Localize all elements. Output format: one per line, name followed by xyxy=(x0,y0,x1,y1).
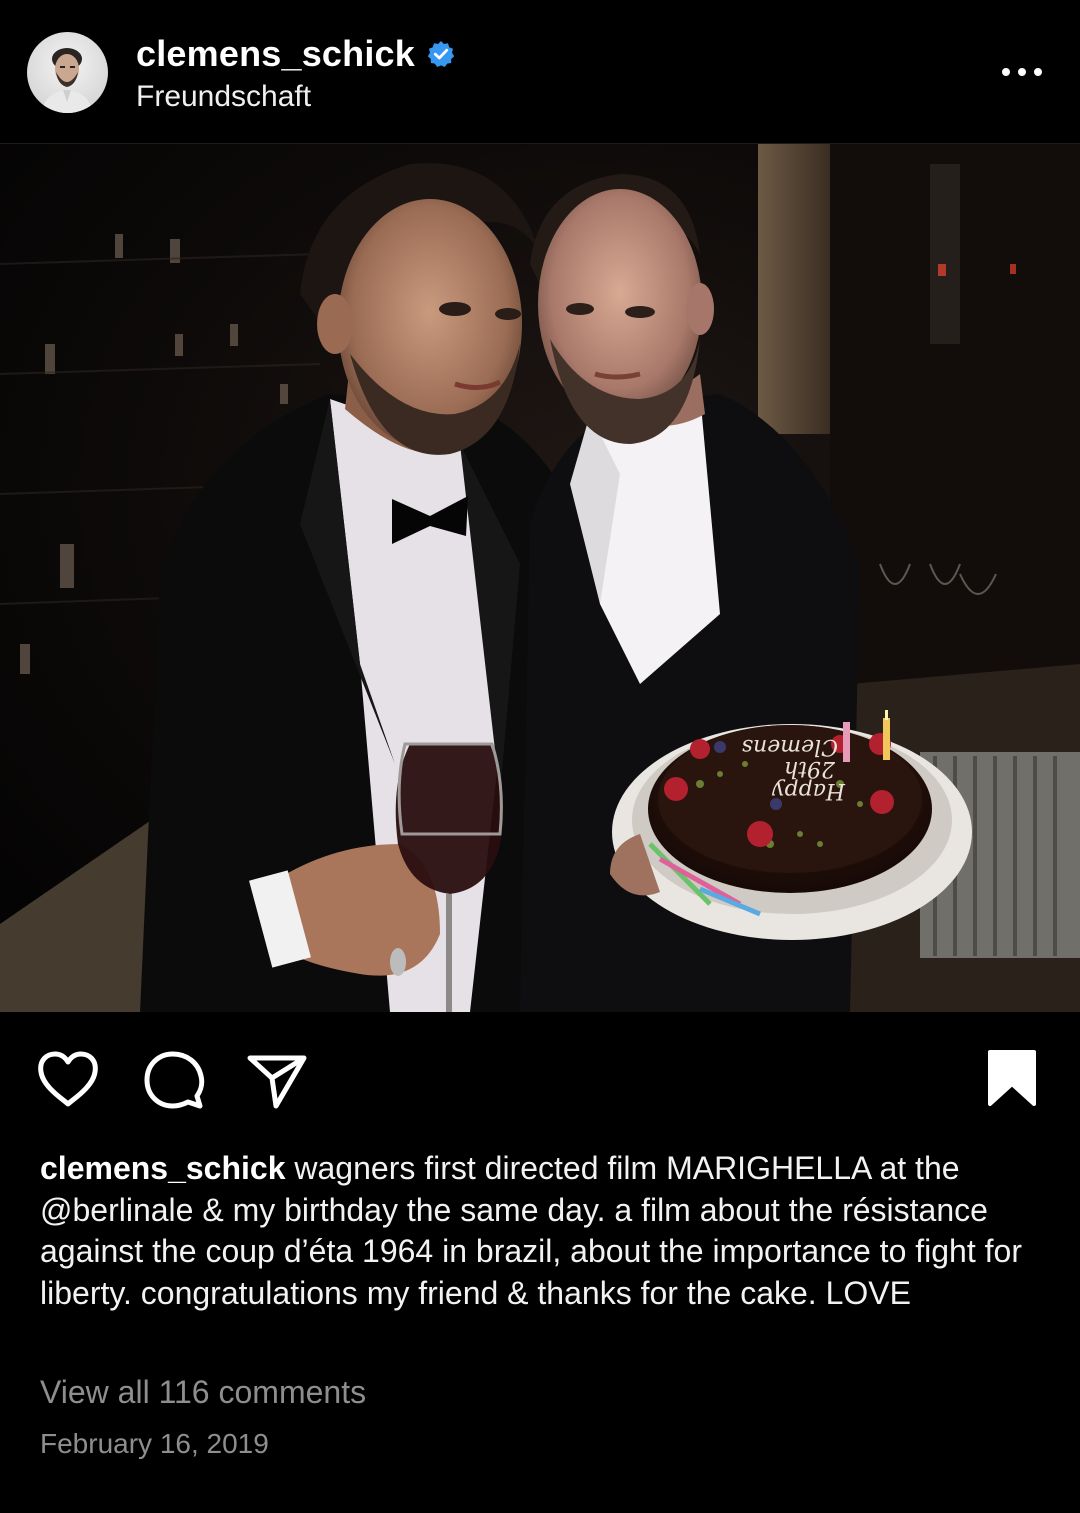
username-row: clemens_schick xyxy=(136,33,455,75)
post-image[interactable]: Happy 29th Clemens xyxy=(0,144,1080,1012)
view-all-comments-link[interactable]: View all 116 comments xyxy=(40,1374,366,1411)
post-photo-illustration: Happy 29th Clemens xyxy=(0,144,1080,1012)
more-horizontal-icon[interactable] xyxy=(1002,60,1042,84)
avatar[interactable] xyxy=(27,32,108,113)
post-date: February 16, 2019 xyxy=(40,1428,269,1459)
verified-badge-icon xyxy=(427,41,455,67)
post-header: clemens_schick Freundschaft xyxy=(0,0,1080,144)
comment-icon[interactable] xyxy=(143,1050,205,1110)
post-caption: clemens_schick wagners first directed fi… xyxy=(40,1148,1040,1314)
heart-icon[interactable] xyxy=(37,1050,99,1110)
cake-text-name: Clemens xyxy=(742,734,838,759)
header-username[interactable]: clemens_schick xyxy=(136,33,415,75)
avatar-portrait xyxy=(41,48,93,113)
caption-username[interactable]: clemens_schick xyxy=(40,1150,286,1186)
post-location[interactable]: Freundschaft xyxy=(136,80,311,114)
bookmark-icon[interactable] xyxy=(984,1048,1040,1108)
action-bar xyxy=(0,1012,1080,1132)
send-icon[interactable] xyxy=(246,1050,308,1110)
